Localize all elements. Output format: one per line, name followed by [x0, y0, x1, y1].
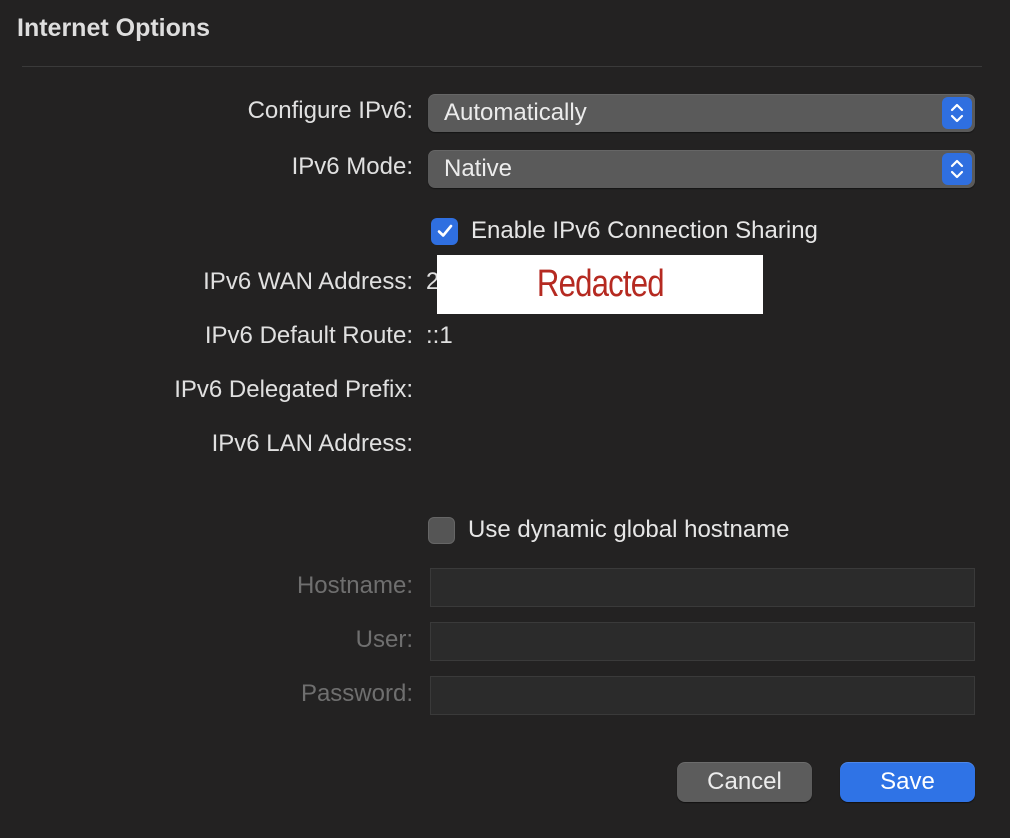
checkmark-icon — [437, 224, 452, 237]
dynamic-hostname-checkbox[interactable] — [428, 516, 455, 544]
password-field[interactable] — [430, 676, 975, 715]
title-divider — [22, 66, 982, 67]
user-label: User: — [355, 626, 413, 653]
chevron-up-down-icon — [942, 97, 972, 129]
chevron-up-down-icon — [942, 153, 972, 185]
hostname-label: Hostname: — [296, 572, 413, 599]
redaction-label: Redacted — [536, 263, 665, 305]
configure-ipv6-popup[interactable]: Automatically — [428, 94, 975, 132]
configure-ipv6-label: Configure IPv6: — [247, 97, 413, 124]
password-label: Password: — [300, 680, 413, 707]
lan-address-label: IPv6 LAN Address: — [211, 430, 413, 457]
ipv6-mode-label: IPv6 Mode: — [291, 153, 413, 180]
dialog-title: Internet Options — [17, 14, 211, 42]
dynamic-hostname-label: Use dynamic global hostname — [468, 516, 790, 543]
connection-sharing-label: Enable IPv6 Connection Sharing — [471, 217, 818, 244]
internet-options-dialog: Internet Options Configure IPv6: Automat… — [0, 0, 1010, 838]
dynamic-hostname-row[interactable]: Use dynamic global hostname — [428, 515, 790, 545]
hostname-field[interactable] — [430, 568, 975, 607]
ipv6-mode-popup[interactable]: Native — [428, 150, 975, 188]
configure-ipv6-value: Automatically — [444, 99, 587, 126]
connection-sharing-checkbox[interactable] — [431, 217, 458, 245]
user-field[interactable] — [430, 622, 975, 661]
redaction-box: Redacted — [437, 255, 763, 314]
ipv6-mode-value: Native — [444, 155, 513, 182]
save-button[interactable]: Save — [840, 762, 975, 802]
delegated-prefix-label: IPv6 Delegated Prefix: — [174, 376, 413, 403]
default-route-label: IPv6 Default Route: — [204, 322, 413, 349]
cancel-button[interactable]: Cancel — [677, 762, 812, 802]
wan-address-label: IPv6 WAN Address: — [203, 268, 413, 295]
connection-sharing-row[interactable]: Enable IPv6 Connection Sharing — [431, 216, 818, 246]
default-route-value: ::1 — [426, 322, 453, 349]
